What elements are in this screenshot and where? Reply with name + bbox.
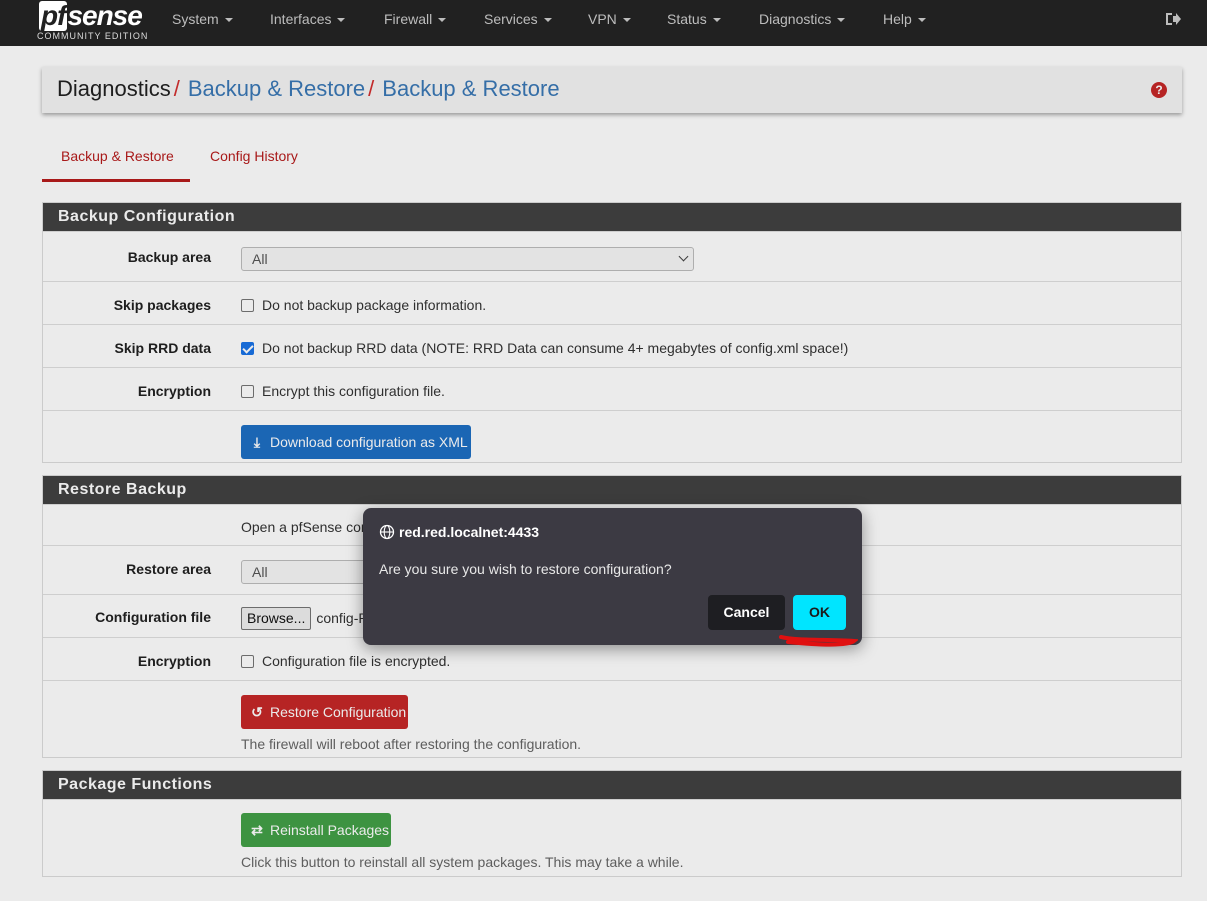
download-icon: ⤓ <box>253 434 261 450</box>
config-file-label: Configuration file <box>95 609 211 625</box>
breadcrumb-backup-restore-1[interactable]: Backup & Restore <box>188 76 365 101</box>
tab-backup-restore[interactable]: Backup & Restore <box>42 148 190 182</box>
menu-label: Services <box>484 11 538 27</box>
red-underline-annotation <box>779 635 858 647</box>
caret-down-icon <box>337 18 346 23</box>
caret-down-icon <box>917 18 926 23</box>
help-icon[interactable]: ? <box>1151 82 1167 98</box>
encryption-label: Encryption <box>137 383 211 399</box>
browse-button[interactable]: Browse... <box>241 607 312 630</box>
skip-packages-text: Do not backup package information. <box>262 297 487 313</box>
menu-label: Status <box>667 11 707 27</box>
skip-rrd-row: Skip RRD data Do not backup RRD data (NO… <box>43 324 1181 367</box>
caret-down-icon <box>837 18 846 23</box>
file-name-text: config-R <box>316 610 369 626</box>
caret-down-icon <box>438 18 447 23</box>
breadcrumb-separator: / <box>173 76 180 101</box>
menu-label: Firewall <box>384 11 433 27</box>
skip-rrd-label: Skip RRD data <box>114 340 211 356</box>
restore-help-text: The firewall will reboot after restoring… <box>241 736 582 752</box>
menu-diagnostics[interactable]: Diagnostics <box>759 0 846 40</box>
menu-label: System <box>172 11 219 27</box>
menu-services[interactable]: Services <box>484 0 552 40</box>
backup-configuration-panel: Backup Configuration Backup area All Ski… <box>42 202 1182 463</box>
download-row: ⤓ Download configuration as XML <box>43 410 1181 462</box>
menu-firewall[interactable]: Firewall <box>384 0 447 40</box>
skip-packages-label: Skip packages <box>113 297 211 313</box>
skip-rrd-option: Do not backup RRD data (NOTE: RRD Data c… <box>241 340 848 356</box>
skip-packages-option: Do not backup package information. <box>241 297 486 313</box>
restore-encryption-option: Configuration file is encrypted. <box>241 653 450 669</box>
breadcrumb-backup-restore-2[interactable]: Backup & Restore <box>382 76 559 101</box>
menu-label: VPN <box>588 11 617 27</box>
restore-button-label: Restore Configuration <box>270 704 407 720</box>
retweet-icon: ⇄ <box>251 822 263 838</box>
panel-heading-backup: Backup Configuration <box>43 203 1181 231</box>
download-xml-button[interactable]: ⤓ Download configuration as XML <box>241 425 471 459</box>
pfsense-logo[interactable]: pfsense COMMUNITY EDITION <box>37 1 147 43</box>
breadcrumb-separator: / <box>368 76 375 101</box>
backup-area-value: All <box>252 251 268 267</box>
reinstall-row: ⇄ Reinstall Packages Click this button to… <box>43 799 1181 876</box>
breadcrumb-bar: Diagnostics / Backup & Restore / Backup & Re… <box>42 67 1182 113</box>
package-functions-panel: Package Functions ⇄ Reinstall Packages Cl… <box>42 770 1182 877</box>
menu-help[interactable]: Help <box>883 0 926 40</box>
tab-config-history[interactable]: Config History <box>210 148 298 182</box>
caret-down-icon <box>224 18 233 23</box>
logo-sense: sense <box>67 0 142 31</box>
backup-area-row: Backup area All <box>43 231 1181 281</box>
restore-configuration-button[interactable]: ↺ Restore Configuration <box>241 695 408 729</box>
encryption-text: Encrypt this configuration file. <box>262 383 445 399</box>
ok-button[interactable]: OK <box>793 595 846 630</box>
reinstall-packages-button[interactable]: ⇄ Reinstall Packages <box>241 813 391 847</box>
menu-label: Interfaces <box>270 11 332 27</box>
skip-packages-checkbox[interactable] <box>241 299 254 312</box>
caret-down-icon <box>712 18 721 23</box>
undo-icon: ↺ <box>251 704 263 720</box>
cancel-button[interactable]: Cancel <box>708 595 785 630</box>
menu-vpn[interactable]: VPN <box>588 0 631 40</box>
dialog-origin: red.red.localnet:4433 <box>399 524 540 540</box>
panel-heading-restore: Restore Backup <box>43 476 1181 504</box>
reinstall-button-label: Reinstall Packages <box>270 822 390 838</box>
menu-label: Diagnostics <box>759 11 832 27</box>
restore-encryption-label: Encryption <box>137 653 211 669</box>
restore-area-label: Restore area <box>126 561 211 577</box>
restore-encryption-text: Configuration file is encrypted. <box>262 653 451 669</box>
config-file-input[interactable]: Browse... config-R <box>241 607 369 630</box>
panel-heading-packages: Package Functions <box>43 771 1181 799</box>
menu-status[interactable]: Status <box>667 0 721 40</box>
backup-area-select[interactable]: All <box>241 247 694 271</box>
reinstall-help-text: Click this button to reinstall all syste… <box>241 854 684 870</box>
chevron-down-icon <box>678 251 689 262</box>
globe-icon <box>379 524 395 540</box>
menu-label: Help <box>883 11 912 27</box>
logout-icon[interactable] <box>1164 10 1182 28</box>
caret-down-icon <box>622 18 631 23</box>
menu-interfaces[interactable]: Interfaces <box>270 0 346 40</box>
dialog-message: Are you sure you wish to restore configu… <box>379 561 672 577</box>
logo-subtitle: COMMUNITY EDITION <box>37 31 149 41</box>
skip-rrd-text: Do not backup RRD data (NOTE: RRD Data c… <box>262 340 849 356</box>
caret-down-icon <box>543 18 552 23</box>
breadcrumb-diagnostics: Diagnostics <box>57 76 171 101</box>
backup-area-label: Backup area <box>127 249 211 265</box>
top-navbar: pfsense COMMUNITY EDITION System Interfa… <box>0 0 1207 46</box>
confirm-dialog: red.red.localnet:4433 Are you sure you w… <box>363 508 862 645</box>
logo-wordmark: pfsense <box>39 0 143 31</box>
encryption-row: Encryption Encrypt this configuration fi… <box>43 367 1181 410</box>
restore-encryption-checkbox[interactable] <box>241 655 254 668</box>
encryption-checkbox[interactable] <box>241 385 254 398</box>
logo-pf: pf <box>39 0 68 31</box>
skip-packages-row: Skip packages Do not backup package info… <box>43 281 1181 324</box>
restore-area-value: All <box>252 564 268 580</box>
menu-system[interactable]: System <box>172 0 233 40</box>
download-button-label: Download configuration as XML <box>270 434 468 450</box>
restore-intro-text: Open a pfSense con <box>241 519 369 535</box>
restore-action-row: ↺ Restore Configuration The firewall will… <box>43 680 1181 757</box>
breadcrumb: Diagnostics / Backup & Restore / Backup & Re… <box>57 75 560 103</box>
encryption-option: Encrypt this configuration file. <box>241 383 445 399</box>
skip-rrd-checkbox[interactable] <box>241 342 254 355</box>
